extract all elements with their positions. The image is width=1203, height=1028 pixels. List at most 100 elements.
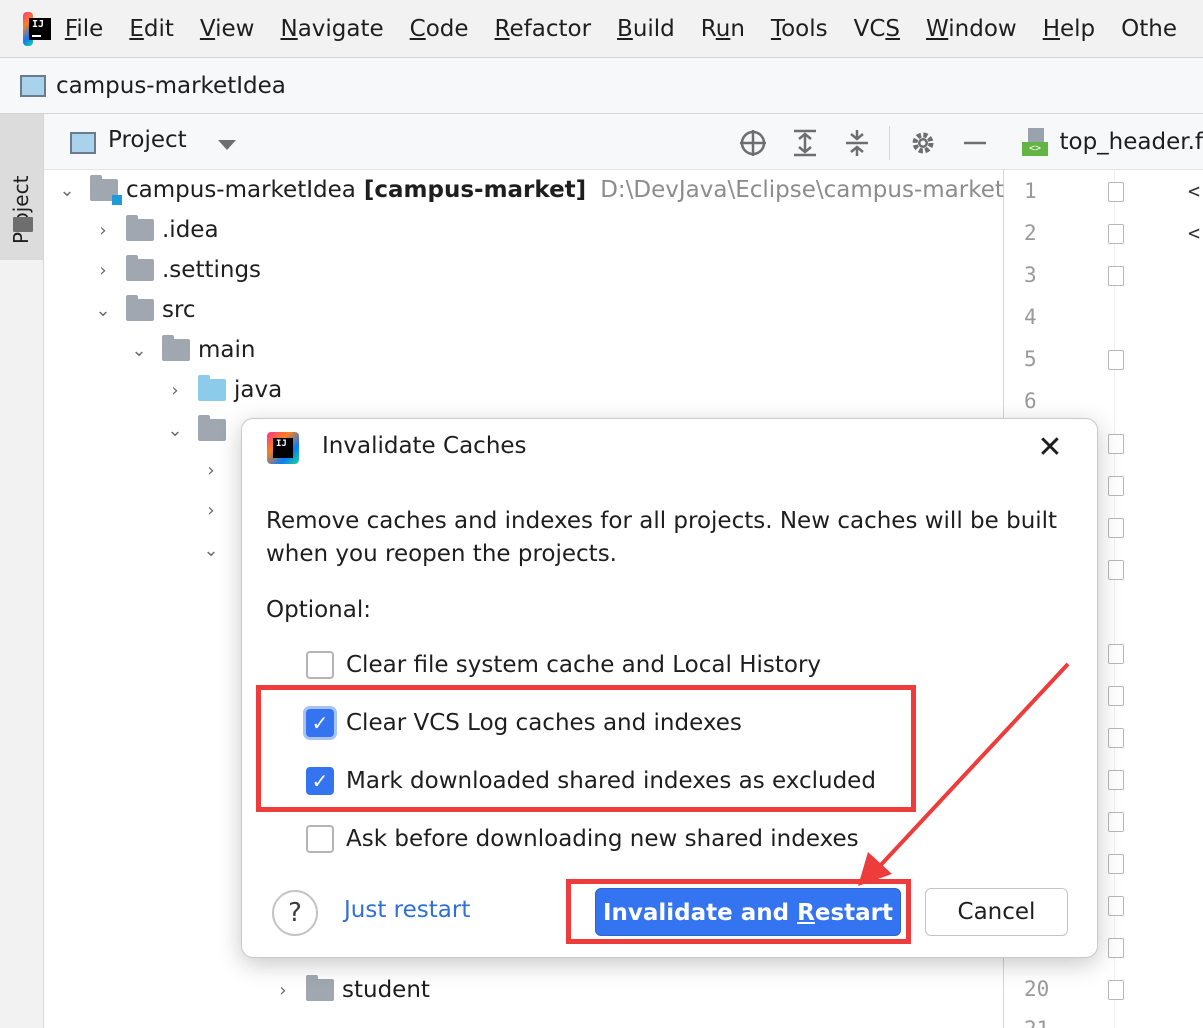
locate-file-icon[interactable]	[738, 128, 768, 158]
menu-item[interactable]: Help	[1043, 16, 1095, 42]
menu-item[interactable]: Navigate	[280, 16, 383, 42]
project-panel-header: Project	[44, 114, 1004, 170]
tree-row-main[interactable]: ⌄ main	[128, 330, 255, 370]
chevron-down-icon[interactable]: ⌄	[92, 299, 114, 321]
menu-item[interactable]: View	[200, 16, 255, 42]
menu-item[interactable]: Othe	[1121, 16, 1177, 42]
fold-marker-icon[interactable]	[1108, 770, 1124, 790]
gear-icon[interactable]	[908, 128, 938, 158]
chevron-right-icon[interactable]: ›	[200, 459, 222, 481]
menu-item[interactable]: Window	[926, 16, 1017, 42]
intellij-logo-icon[interactable]: IJ	[23, 11, 51, 46]
chevron-down-icon[interactable]: ⌄	[56, 179, 78, 201]
expand-all-icon[interactable]	[790, 128, 820, 158]
chevron-down-icon[interactable]: ⌄	[200, 539, 222, 561]
tree-label-idea: .idea	[162, 217, 219, 243]
tree-row-src[interactable]: ⌄ src	[92, 290, 196, 330]
chevron-right-icon[interactable]: ›	[164, 379, 186, 401]
tree-row-expanded[interactable]: ⌄	[200, 530, 234, 570]
tree-row-student[interactable]: › student	[272, 970, 430, 1010]
tree-row-resources[interactable]: ⌄	[164, 410, 234, 450]
menu-item-text: efactor	[509, 15, 592, 42]
menu-item[interactable]: Run	[701, 16, 745, 42]
option-ask-before-downloading[interactable]: Ask before downloading new shared indexe…	[306, 821, 859, 857]
line-number: 3	[1024, 263, 1037, 287]
cancel-button[interactable]: Cancel	[925, 888, 1068, 936]
checkbox-ask-before-downloading[interactable]	[306, 825, 334, 853]
checkbox-clear-file-system-cache[interactable]	[306, 651, 334, 679]
menu-item-text: n	[730, 15, 745, 42]
fold-marker-icon[interactable]	[1108, 812, 1124, 832]
folder-icon	[13, 217, 33, 232]
line-number: 1	[1024, 179, 1037, 203]
menu-item-text: avigate	[297, 15, 384, 42]
menu-item-text: C	[409, 15, 426, 42]
fold-marker-icon[interactable]	[1108, 560, 1124, 580]
left-tool-stripe: Project	[0, 114, 44, 1028]
chevron-down-icon[interactable]	[218, 140, 236, 150]
editor-tab[interactable]: <> top_header.f	[1004, 114, 1203, 170]
fold-marker-icon[interactable]	[1108, 476, 1124, 496]
fold-marker-icon[interactable]	[1108, 896, 1124, 916]
tree-row-settings[interactable]: › .settings	[92, 250, 261, 290]
root-module-name: [campus-market]	[363, 177, 587, 203]
chevron-right-icon[interactable]: ›	[92, 219, 114, 241]
editor-tab-label: top_header.f	[1059, 128, 1203, 155]
fold-marker-icon[interactable]	[1108, 434, 1124, 454]
menu-item[interactable]: File	[65, 16, 104, 42]
chevron-down-icon[interactable]: ⌄	[164, 419, 186, 441]
project-view-title[interactable]: Project	[108, 127, 187, 153]
tree-row-java[interactable]: › java	[164, 370, 282, 410]
menu-item[interactable]: Refactor	[495, 16, 592, 42]
minimize-icon[interactable]	[960, 128, 990, 158]
tree-label-student: student	[342, 977, 430, 1003]
menu-item-text: dit	[143, 15, 174, 42]
fold-marker-icon[interactable]	[1108, 182, 1124, 202]
breadcrumb-project-name[interactable]: campus-marketIdea	[56, 73, 286, 99]
fold-marker-icon[interactable]	[1108, 728, 1124, 748]
navigation-bar: campus-marketIdea	[0, 58, 1203, 114]
fold-marker-icon[interactable]	[1108, 686, 1124, 706]
menu-item[interactable]: Code	[410, 16, 469, 42]
fold-marker-icon[interactable]	[1108, 644, 1124, 664]
line-number: 6	[1024, 389, 1037, 413]
option-clear-file-system-cache[interactable]: Clear file system cache and Local Histor…	[306, 647, 821, 683]
menu-item-text: ile	[76, 15, 104, 42]
chevron-right-icon[interactable]: ›	[92, 259, 114, 281]
annotation-highlight-button	[566, 879, 911, 944]
fold-marker-icon[interactable]	[1108, 350, 1124, 370]
close-icon[interactable]: ✕	[1032, 430, 1068, 466]
menu-item-text: iew	[215, 15, 255, 42]
fold-marker-icon[interactable]	[1108, 938, 1124, 958]
menu-item-text: indow	[948, 15, 1017, 42]
just-restart-link[interactable]: Just restart	[344, 897, 470, 923]
menu-item[interactable]: Build	[617, 16, 675, 42]
folder-icon	[126, 295, 154, 321]
menu-item-text: u	[715, 15, 731, 42]
collapse-all-icon[interactable]	[842, 128, 872, 158]
code-text: <	[1188, 179, 1201, 203]
tree-row-collapsed[interactable]: ›	[200, 490, 234, 530]
fold-marker-icon[interactable]	[1108, 266, 1124, 286]
line-number: 2	[1024, 221, 1037, 245]
menu-item[interactable]: VCS	[854, 16, 900, 42]
tree-row-idea[interactable]: › .idea	[92, 210, 219, 250]
project-view-icon	[70, 132, 96, 154]
help-button[interactable]: ?	[272, 890, 318, 936]
fold-marker-icon[interactable]	[1108, 224, 1124, 244]
tree-row-collapsed[interactable]: ›	[200, 450, 234, 490]
code-editor[interactable]	[1114, 170, 1203, 1028]
tree-row-root[interactable]: ⌄ campus-marketIdea [campus-market] D:\D…	[56, 170, 1023, 210]
fold-marker-icon[interactable]	[1108, 518, 1124, 538]
code-text: <	[1188, 221, 1201, 245]
fold-marker-icon[interactable]	[1108, 980, 1124, 1000]
chevron-right-icon[interactable]: ›	[272, 979, 294, 1001]
menu-item[interactable]: Tools	[771, 16, 828, 42]
chevron-right-icon[interactable]: ›	[200, 499, 222, 521]
toolbar-separator	[889, 126, 890, 160]
option-label: Ask before downloading new shared indexe…	[346, 826, 859, 852]
project-tool-window-tab[interactable]: Project	[0, 114, 43, 260]
menu-item[interactable]: Edit	[129, 16, 174, 42]
fold-marker-icon[interactable]	[1108, 854, 1124, 874]
chevron-down-icon[interactable]: ⌄	[128, 339, 150, 361]
